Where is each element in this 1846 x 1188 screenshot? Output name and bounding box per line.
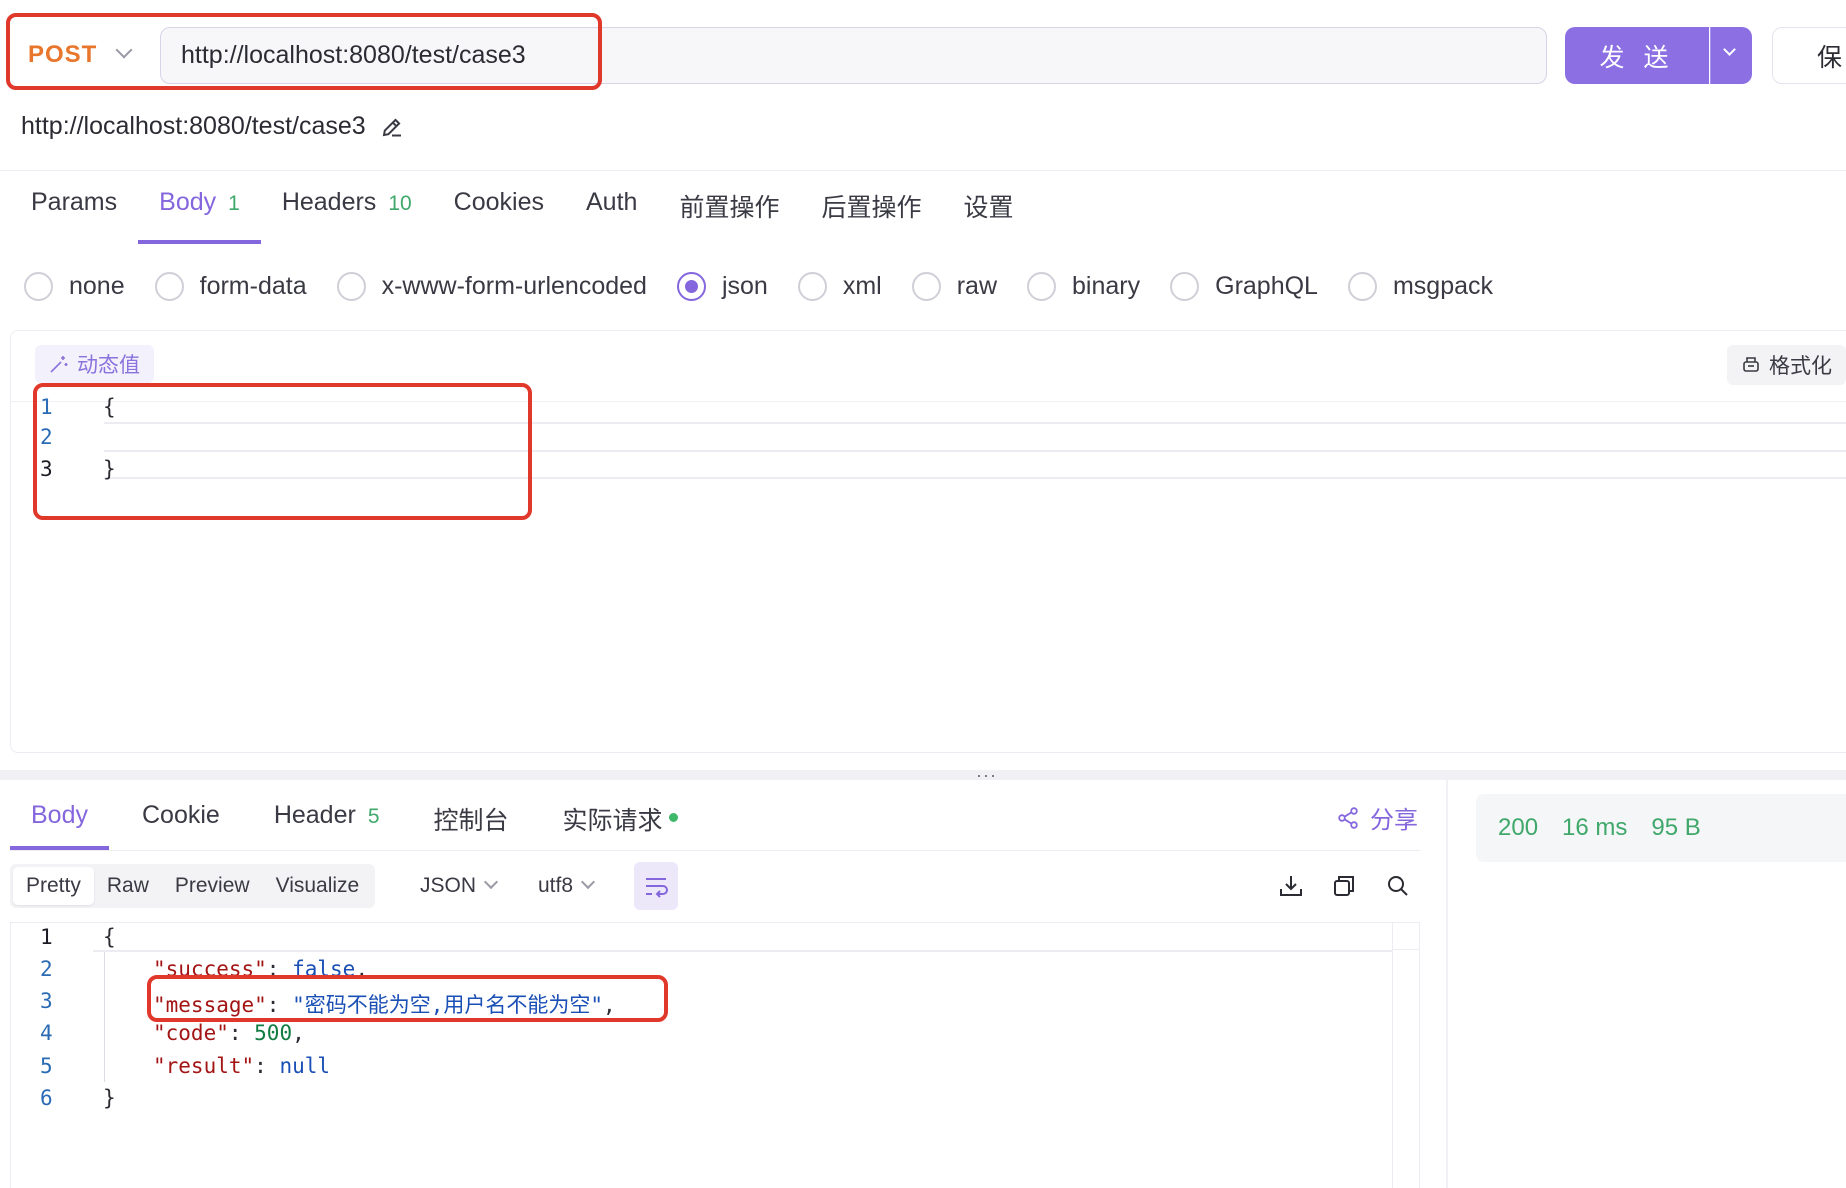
tab-settings[interactable]: 设置 (942, 188, 1034, 244)
wrap-icon (646, 878, 668, 898)
search-icon[interactable] (1384, 872, 1412, 900)
vertical-divider (1446, 777, 1448, 1188)
tab-body[interactable]: Body 1 (138, 188, 261, 244)
line-number: 1 (40, 925, 53, 949)
radio-none[interactable]: none (24, 271, 125, 301)
json-line: } (103, 1086, 116, 1110)
response-tab-console[interactable]: 控制台 (413, 790, 530, 850)
request-tabs: Params Body 1 Headers 10 Cookies Auth 前置操作… (10, 188, 1034, 244)
dynamic-value-button[interactable]: 动态值 (35, 345, 154, 383)
highlight-box-url (6, 13, 602, 90)
view-preview[interactable]: Preview (162, 867, 263, 905)
line-number: 4 (40, 1021, 53, 1045)
highlight-box-request-body (33, 383, 532, 520)
response-tab-body[interactable]: Body (10, 790, 109, 850)
word-wrap-button[interactable] (634, 862, 678, 910)
view-pretty[interactable]: Pretty (13, 867, 94, 905)
tab-badge: 1 (228, 192, 240, 215)
radio-urlencoded[interactable]: x-www-form-urlencoded (336, 271, 647, 301)
active-line (93, 922, 1392, 952)
send-button[interactable]: 发 送 (1565, 27, 1709, 84)
line-number: 2 (40, 957, 53, 981)
tab-params[interactable]: Params (10, 188, 138, 244)
tab-auth[interactable]: Auth (565, 188, 658, 244)
radio-raw[interactable]: raw (911, 271, 997, 301)
line-number: 6 (40, 1086, 53, 1110)
drag-handle-icon[interactable]: ··· (976, 766, 997, 784)
radio-binary[interactable]: binary (1027, 271, 1140, 301)
radio-graphql[interactable]: GraphQL (1170, 271, 1318, 301)
response-tab-header[interactable]: Header 5 (253, 790, 401, 850)
chevron-down-icon (1723, 43, 1736, 56)
save-label: 保 (1817, 43, 1843, 72)
chevron-down-icon (483, 874, 499, 890)
radio-msgpack[interactable]: msgpack (1347, 271, 1493, 301)
resolved-url: http://localhost:8080/test/case3 (21, 112, 404, 141)
status-dot (668, 813, 678, 822)
radio-xml[interactable]: xml (797, 271, 882, 301)
tab-badge: 5 (367, 805, 380, 828)
response-tab-cookie[interactable]: Cookie (121, 790, 241, 850)
share-button[interactable]: 分享 (1336, 800, 1418, 835)
status-code: 200 (1498, 814, 1539, 841)
edit-icon[interactable] (380, 115, 404, 139)
format-button[interactable]: 格式化 (1727, 345, 1846, 385)
body-type-group: none form-data x-www-form-urlencoded jso… (24, 268, 1523, 304)
scrollbar[interactable] (1392, 922, 1420, 1188)
download-icon[interactable] (1277, 872, 1305, 900)
share-icon (1338, 806, 1358, 829)
save-button[interactable]: 保 (1772, 27, 1846, 84)
response-size: 95 B (1651, 814, 1701, 841)
response-time: 16 ms (1562, 814, 1628, 841)
tab-pre-request[interactable]: 前置操作 (658, 188, 800, 244)
json-line: { (103, 925, 116, 949)
radio-json[interactable]: json (676, 271, 768, 301)
copy-icon[interactable] (1330, 872, 1358, 900)
tab-badge: 10 (388, 192, 412, 215)
tab-post-request[interactable]: 后置操作 (800, 188, 942, 244)
line-number: 5 (40, 1054, 53, 1078)
encoding-select[interactable]: utf8 (538, 864, 596, 908)
tab-cookies[interactable]: Cookies (433, 188, 565, 244)
tab-headers[interactable]: Headers 10 (261, 188, 433, 244)
view-mode-segment: Pretty Raw Preview Visualize (10, 864, 376, 908)
panel-resizer[interactable] (0, 770, 1846, 780)
response-status: 200 16 ms 95 B (1476, 794, 1846, 862)
response-tab-actual-request[interactable]: 实际请求 (542, 790, 699, 850)
format-icon (1743, 357, 1759, 372)
divider (0, 170, 1846, 171)
line-number: 3 (40, 989, 53, 1013)
send-options-button[interactable] (1710, 27, 1752, 84)
response-tabs: Body Cookie Header 5 控制台 实际请求 (10, 790, 711, 850)
highlight-box-message (147, 975, 668, 1022)
radio-form-data[interactable]: form-data (154, 271, 307, 301)
chevron-down-icon (580, 874, 596, 890)
view-visualize[interactable]: Visualize (263, 867, 373, 905)
json-line: "code": 500, (153, 1021, 305, 1045)
resolved-url-text: http://localhost:8080/test/case3 (21, 112, 366, 140)
json-line: "result": null (153, 1054, 331, 1078)
format-select[interactable]: JSON (420, 864, 499, 908)
view-raw[interactable]: Raw (94, 867, 162, 905)
magic-wand-icon (50, 356, 68, 373)
